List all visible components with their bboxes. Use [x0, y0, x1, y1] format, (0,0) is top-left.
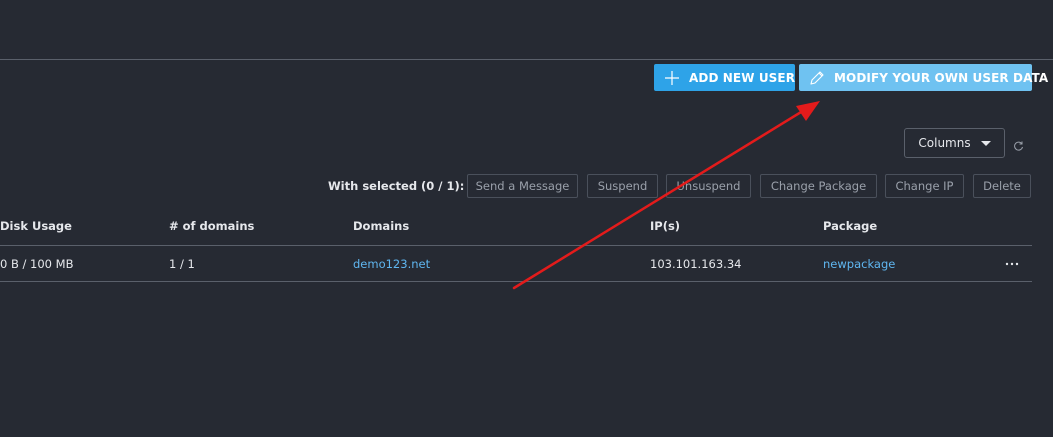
num-domains-cell: 1 / 1 [169, 257, 195, 271]
divider [0, 59, 1053, 60]
suspend-button[interactable]: Suspend [587, 174, 658, 198]
column-header-num-domains[interactable]: # of domains [169, 219, 254, 233]
modify-user-data-button[interactable]: MODIFY YOUR OWN USER DATA [799, 64, 1048, 91]
refresh-icon[interactable] [1012, 137, 1024, 151]
modify-user-data-label: MODIFY YOUR OWN USER DATA [834, 70, 1049, 85]
column-header-disk-usage[interactable]: Disk Usage [0, 219, 72, 233]
disk-usage-cell: 0 B / 100 MB [0, 257, 74, 271]
column-header-domains[interactable]: Domains [353, 219, 409, 233]
pencil-icon [809, 69, 825, 87]
column-header-package[interactable]: Package [823, 219, 877, 233]
delete-button[interactable]: Delete [973, 174, 1031, 198]
table-header-divider [0, 245, 1032, 246]
with-selected-label: With selected (0 / 1): [328, 179, 465, 193]
add-new-user-button[interactable]: ADD NEW USER [654, 64, 795, 91]
plus-icon [664, 69, 680, 87]
columns-dropdown[interactable]: Columns [904, 128, 1005, 158]
table-row-divider [0, 281, 1032, 282]
caret-down-icon [980, 140, 991, 146]
column-header-ips[interactable]: IP(s) [650, 219, 680, 233]
package-link[interactable]: newpackage [823, 257, 895, 271]
columns-label: Columns [918, 136, 971, 150]
domain-link[interactable]: demo123.net [353, 257, 430, 271]
page: ADD NEW USER MODIFY YOUR OWN USER DATA C… [0, 0, 1053, 437]
change-ip-button[interactable]: Change IP [885, 174, 964, 198]
change-package-button[interactable]: Change Package [760, 174, 877, 198]
add-new-user-label: ADD NEW USER [689, 70, 796, 85]
ip-cell: 103.101.163.34 [650, 257, 742, 271]
send-message-button[interactable]: Send a Message [467, 174, 578, 198]
more-horizontal-icon[interactable] [1004, 255, 1020, 267]
unsuspend-button[interactable]: Unsuspend [666, 174, 751, 198]
